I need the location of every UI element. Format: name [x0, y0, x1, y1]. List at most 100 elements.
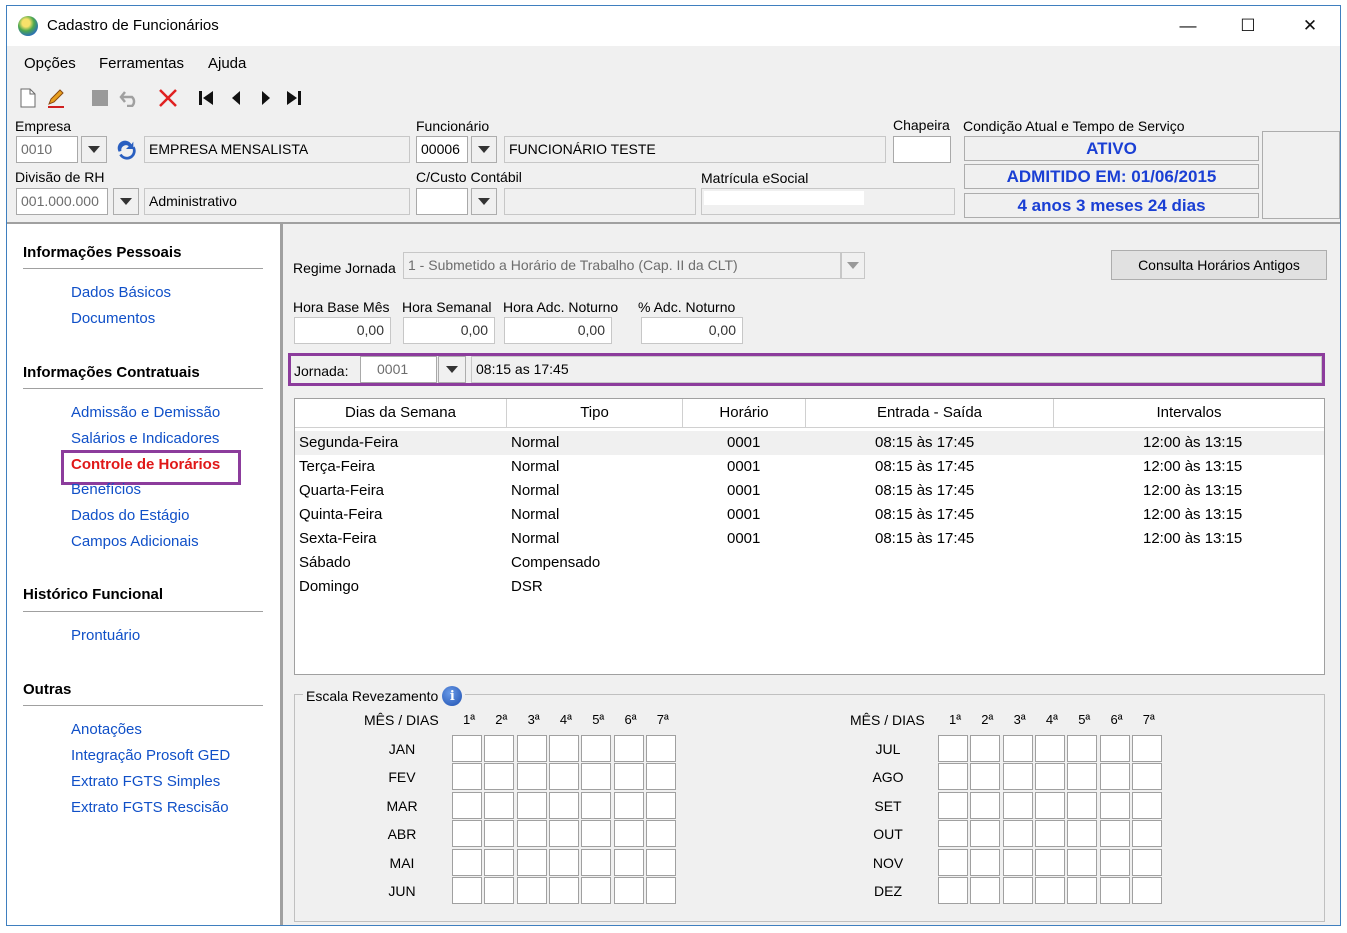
refresh-empresa-icon[interactable]: [115, 138, 137, 160]
menu-opcoes[interactable]: Opções: [24, 55, 76, 72]
sidebar-item-admissao-demissao[interactable]: Admissão e Demissão: [71, 404, 220, 421]
pct-adc-field[interactable]: 0,00: [641, 317, 743, 344]
escala-cell[interactable]: [645, 848, 676, 876]
escala-cell[interactable]: [1131, 735, 1162, 762]
escala-cell[interactable]: [970, 820, 1001, 848]
column-header-dias[interactable]: Dias da Semana: [295, 399, 507, 428]
escala-cell[interactable]: [1067, 791, 1098, 819]
escala-cell[interactable]: [970, 877, 1001, 904]
escala-cell[interactable]: [1131, 877, 1162, 904]
escala-cell[interactable]: [1131, 820, 1162, 848]
table-row[interactable]: Quarta-Feira Normal 0001 08:15 às 17:45 …: [295, 479, 1324, 503]
escala-cell[interactable]: [484, 791, 515, 819]
escala-cell[interactable]: [1002, 791, 1033, 819]
sidebar-item-beneficios[interactable]: Benefícios: [71, 481, 141, 498]
escala-cell[interactable]: [516, 877, 547, 904]
escala-cell[interactable]: [484, 735, 515, 762]
escala-cell[interactable]: [1131, 848, 1162, 876]
escala-cell[interactable]: [938, 791, 968, 819]
hora-semanal-field[interactable]: 0,00: [403, 317, 495, 344]
escala-cell[interactable]: [548, 791, 579, 819]
escala-cell[interactable]: [613, 791, 644, 819]
sidebar-item-extrato-fgts-rescisao[interactable]: Extrato FGTS Rescisão: [71, 799, 229, 816]
escala-cell[interactable]: [1131, 763, 1162, 791]
sidebar-item-anotacoes[interactable]: Anotações: [71, 721, 142, 738]
column-header-entrada-saida[interactable]: Entrada - Saída: [806, 399, 1054, 428]
funcionario-code-field[interactable]: 00006: [416, 136, 468, 163]
escala-cell[interactable]: [1002, 820, 1033, 848]
column-header-tipo[interactable]: Tipo: [507, 399, 683, 428]
new-icon[interactable]: [17, 87, 39, 109]
delete-icon[interactable]: [157, 87, 179, 109]
escala-cell[interactable]: [581, 791, 612, 819]
escala-cell[interactable]: [452, 848, 482, 876]
escala-cell[interactable]: [970, 735, 1001, 762]
undo-icon[interactable]: [119, 87, 141, 109]
consulta-horarios-button[interactable]: Consulta Horários Antigos: [1111, 250, 1327, 280]
close-button[interactable]: ✕: [1279, 6, 1340, 46]
escala-cell[interactable]: [613, 877, 644, 904]
escala-cell[interactable]: [581, 820, 612, 848]
escala-cell[interactable]: [516, 791, 547, 819]
escala-cell[interactable]: [548, 848, 579, 876]
escala-cell[interactable]: [645, 735, 676, 762]
escala-cell[interactable]: [452, 735, 482, 762]
ccusto-code-field[interactable]: [416, 188, 468, 215]
escala-cell[interactable]: [970, 848, 1001, 876]
escala-cell[interactable]: [1002, 877, 1033, 904]
escala-cell[interactable]: [613, 820, 644, 848]
sidebar-item-salarios-indicadores[interactable]: Salários e Indicadores: [71, 430, 219, 447]
escala-cell[interactable]: [938, 735, 968, 762]
escala-cell[interactable]: [581, 877, 612, 904]
escala-cell[interactable]: [1099, 877, 1130, 904]
escala-cell[interactable]: [548, 820, 579, 848]
escala-cell[interactable]: [613, 763, 644, 791]
prev-icon[interactable]: [225, 87, 247, 109]
empresa-code-field[interactable]: 0010: [16, 136, 78, 163]
escala-cell[interactable]: [1034, 848, 1065, 876]
info-icon[interactable]: i: [442, 686, 463, 706]
escala-cell[interactable]: [1034, 791, 1065, 819]
table-row[interactable]: Segunda-Feira Normal 0001 08:15 às 17:45…: [295, 431, 1324, 455]
escala-cell[interactable]: [1099, 820, 1130, 848]
escala-cell[interactable]: [938, 848, 968, 876]
sidebar-item-integracao-ged[interactable]: Integração Prosoft GED: [71, 747, 230, 764]
jornada-code-field[interactable]: 0001: [360, 356, 437, 383]
escala-cell[interactable]: [452, 877, 482, 904]
escala-cell[interactable]: [1067, 763, 1098, 791]
escala-cell[interactable]: [1034, 820, 1065, 848]
escala-cell[interactable]: [452, 820, 482, 848]
maximize-button[interactable]: ☐: [1217, 6, 1279, 46]
escala-cell[interactable]: [1034, 735, 1065, 762]
escala-cell[interactable]: [1067, 877, 1098, 904]
escala-cell[interactable]: [1034, 763, 1065, 791]
escala-cell[interactable]: [613, 848, 644, 876]
regime-select[interactable]: 1 - Submetido a Horário de Trabalho (Cap…: [403, 252, 841, 279]
escala-cell[interactable]: [1002, 735, 1033, 762]
escala-cell[interactable]: [645, 877, 676, 904]
escala-cell[interactable]: [516, 735, 547, 762]
divisao-dropdown[interactable]: [113, 188, 139, 215]
first-icon[interactable]: [195, 87, 217, 109]
escala-cell[interactable]: [1002, 763, 1033, 791]
table-row[interactable]: Sexta-Feira Normal 0001 08:15 às 17:45 1…: [295, 527, 1324, 551]
minimize-button[interactable]: —: [1157, 6, 1219, 46]
escala-cell[interactable]: [938, 820, 968, 848]
menu-ajuda[interactable]: Ajuda: [208, 55, 246, 72]
sidebar-item-dados-basicos[interactable]: Dados Básicos: [71, 284, 171, 301]
last-icon[interactable]: [283, 87, 305, 109]
escala-cell[interactable]: [1067, 820, 1098, 848]
escala-cell[interactable]: [516, 763, 547, 791]
sidebar-item-dados-estagio[interactable]: Dados do Estágio: [71, 507, 189, 524]
hora-adc-field[interactable]: 0,00: [504, 317, 612, 344]
escala-cell[interactable]: [581, 763, 612, 791]
escala-cell[interactable]: [613, 735, 644, 762]
escala-cell[interactable]: [1099, 763, 1130, 791]
divisao-code-field[interactable]: 001.000.000: [16, 188, 108, 215]
escala-cell[interactable]: [1099, 848, 1130, 876]
table-row[interactable]: Quinta-Feira Normal 0001 08:15 às 17:45 …: [295, 503, 1324, 527]
next-icon[interactable]: [255, 87, 277, 109]
escala-cell[interactable]: [484, 763, 515, 791]
sidebar-item-extrato-fgts-simples[interactable]: Extrato FGTS Simples: [71, 773, 220, 790]
matricula-field[interactable]: [701, 188, 955, 215]
